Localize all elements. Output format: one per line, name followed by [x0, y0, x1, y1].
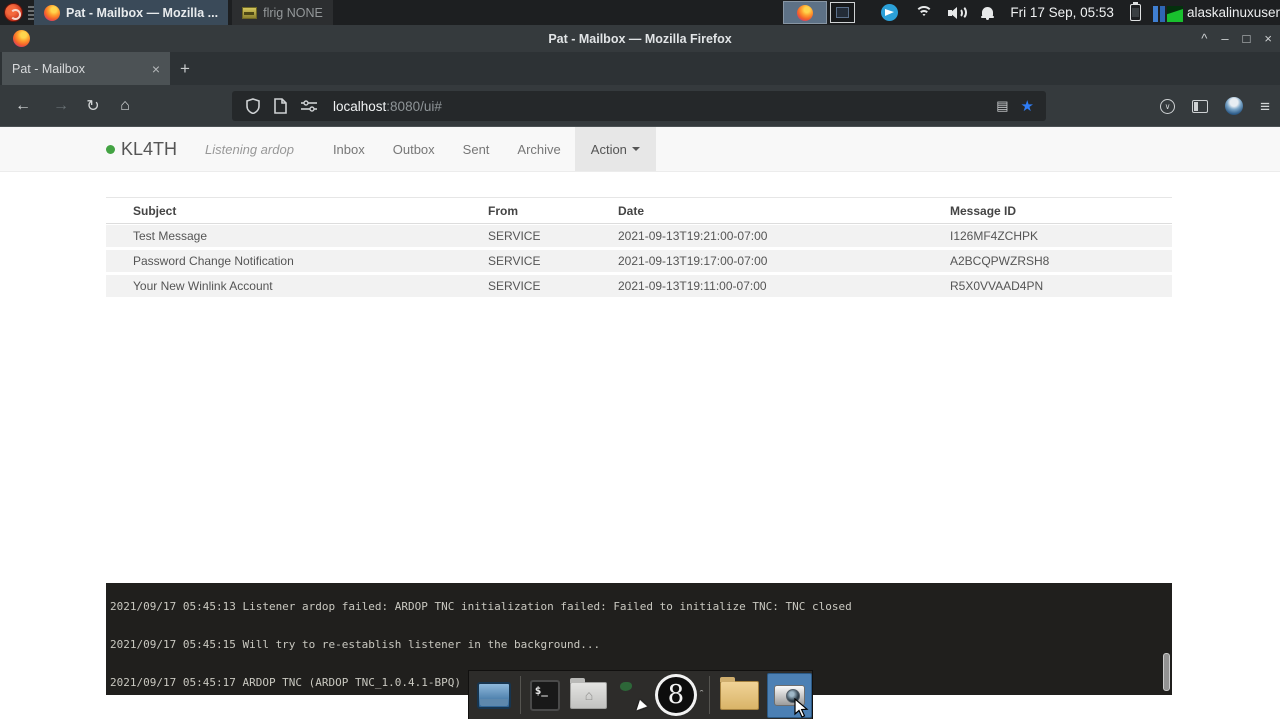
console-line: 2021/09/17 05:45:15 Will try to re-estab… — [110, 639, 1172, 652]
shield-icon[interactable] — [246, 98, 260, 114]
wifi-icon[interactable] — [915, 6, 933, 20]
taskbar-button-label: Pat - Mailbox — Mozilla ... — [66, 6, 218, 20]
brand[interactable]: KL4TH — [106, 127, 177, 171]
nav-links: Inbox Outbox Sent Archive Action — [319, 127, 656, 171]
dock-separator — [520, 676, 521, 714]
table-header-row: Subject From Date Message ID — [106, 197, 1172, 224]
app-menu-icon[interactable] — [4, 3, 23, 22]
dock-separator — [709, 676, 710, 714]
cell-from: SERVICE — [488, 229, 618, 243]
home-button[interactable]: ⌂ — [110, 91, 140, 121]
taskbar-button-flrig[interactable]: flrig NONE — [232, 0, 333, 25]
console-scrollbar[interactable] — [1163, 653, 1170, 691]
dock-expand-caret-icon[interactable]: ˆ — [700, 689, 704, 701]
cell-message-id: I126MF4ZCHPK — [950, 229, 1172, 243]
cell-from: SERVICE — [488, 279, 618, 293]
pocket-icon[interactable]: ∨ — [1160, 99, 1175, 114]
listening-status: Listening ardop — [205, 142, 294, 157]
sidebar-icon[interactable] — [1192, 100, 1208, 113]
firefox-icon — [44, 5, 60, 21]
system-tray: Fri 17 Sep, 05:53 alaskalinuxuser — [783, 0, 1280, 25]
window-minimize-button[interactable]: – — [1221, 32, 1228, 45]
extension-globe-icon[interactable] — [1225, 97, 1243, 115]
action-label: Action — [591, 142, 627, 157]
page-info-icon[interactable] — [274, 98, 287, 114]
terminal-icon[interactable]: $_ — [530, 680, 561, 711]
cell-subject: Password Change Notification — [106, 254, 488, 268]
tray-display-applet[interactable] — [830, 2, 855, 23]
permissions-sliders-icon[interactable] — [301, 100, 317, 112]
window-close-button[interactable]: × — [1264, 32, 1272, 45]
web-browser-globe-icon[interactable] — [613, 676, 651, 714]
url-text[interactable]: localhost:8080/ui# — [333, 99, 442, 114]
chevron-down-icon — [632, 147, 640, 151]
nav-item-sent[interactable]: Sent — [449, 127, 504, 171]
tray-firefox-applet[interactable] — [783, 1, 827, 24]
action-dropdown[interactable]: Action — [575, 127, 656, 171]
battery-icon[interactable] — [1130, 4, 1141, 21]
column-header-date: Date — [618, 204, 950, 218]
mouse-cursor — [794, 698, 809, 719]
telegram-icon[interactable] — [881, 4, 898, 21]
notification-bell-icon[interactable] — [981, 6, 994, 20]
table-row[interactable]: Test Message SERVICE 2021-09-13T19:21:00… — [106, 224, 1172, 249]
window-shade-button[interactable]: ^ — [1201, 32, 1207, 45]
cell-subject: Test Message — [106, 229, 488, 243]
callsign-label: KL4TH — [121, 139, 177, 160]
taskbar-button-firefox[interactable]: Pat - Mailbox — Mozilla ... — [34, 0, 228, 25]
bookmark-star-icon[interactable]: ★ — [1021, 97, 1034, 115]
forward-button[interactable]: → — [46, 91, 76, 121]
dock: $_ ⌂ 8 ˆ — [468, 670, 813, 719]
mailbox-table: Subject From Date Message ID Test Messag… — [106, 197, 1172, 299]
circle-eight-app-icon[interactable]: 8 — [655, 674, 697, 716]
status-dot-icon — [106, 145, 115, 154]
window-maximize-button[interactable]: □ — [1243, 32, 1251, 45]
tab-strip: Pat - Mailbox × + — [0, 52, 1280, 85]
url-bar[interactable]: localhost:8080/ui# ▤ ★ — [232, 91, 1046, 121]
flrig-icon — [242, 7, 257, 19]
cell-message-id: A2BCQPWZRSH8 — [950, 254, 1172, 268]
column-header-from: From — [488, 204, 618, 218]
console-line: 2021/09/17 05:45:13 Listener ardop faile… — [110, 601, 1172, 614]
nav-item-outbox[interactable]: Outbox — [379, 127, 449, 171]
show-desktop-icon[interactable] — [477, 682, 511, 709]
window-titlebar: Pat - Mailbox — Mozilla Firefox ^ – □ × — [0, 25, 1280, 52]
nav-item-inbox[interactable]: Inbox — [319, 127, 379, 171]
window-title: Pat - Mailbox — Mozilla Firefox — [0, 32, 1280, 46]
column-header-subject: Subject — [106, 204, 488, 218]
reader-mode-icon[interactable]: ▤ — [996, 98, 1008, 114]
desktop-panel: Pat - Mailbox — Mozilla ... flrig NONE F… — [0, 0, 1280, 25]
pat-navbar: KL4TH Listening ardop Inbox Outbox Sent … — [0, 127, 1280, 172]
reload-button[interactable]: ↻ — [78, 91, 108, 121]
cell-from: SERVICE — [488, 254, 618, 268]
cell-message-id: R5X0VVAAD4PN — [950, 279, 1172, 293]
volume-icon[interactable] — [948, 6, 966, 20]
file-manager-icon[interactable]: ⌂ — [570, 682, 607, 709]
table-row[interactable]: Your New Winlink Account SERVICE 2021-09… — [106, 274, 1172, 299]
cell-subject: Your New Winlink Account — [106, 279, 488, 293]
new-tab-button[interactable]: + — [170, 52, 200, 85]
cell-date: 2021-09-13T19:17:00-07:00 — [618, 254, 950, 268]
folder-icon[interactable] — [720, 681, 759, 710]
column-header-message-id: Message ID — [950, 204, 1172, 218]
screen: Pat - Mailbox — Mozilla ... flrig NONE F… — [0, 0, 1280, 719]
tab-title: Pat - Mailbox — [12, 62, 85, 76]
username-label[interactable]: alaskalinuxuser — [1187, 5, 1280, 20]
tab-pat-mailbox[interactable]: Pat - Mailbox × — [2, 52, 170, 85]
display-icon — [836, 7, 849, 18]
menu-hamburger-icon[interactable]: ≡ — [1260, 98, 1270, 115]
table-row[interactable]: Password Change Notification SERVICE 202… — [106, 249, 1172, 274]
tab-close-icon[interactable]: × — [152, 61, 160, 77]
pat-webui-page: KL4TH Listening ardop Inbox Outbox Sent … — [0, 127, 1280, 719]
screenshot-camera-icon[interactable] — [767, 673, 812, 718]
cell-date: 2021-09-13T19:11:00-07:00 — [618, 279, 950, 293]
system-monitor-icon[interactable] — [1153, 4, 1183, 22]
back-button[interactable]: ← — [8, 91, 38, 121]
taskbar-button-label: flrig NONE — [263, 6, 323, 20]
panel-clock[interactable]: Fri 17 Sep, 05:53 — [1010, 5, 1114, 20]
toolbar-right-icons: ∨ ≡ — [1160, 85, 1270, 127]
firefox-icon — [797, 5, 813, 21]
cell-date: 2021-09-13T19:21:00-07:00 — [618, 229, 950, 243]
nav-item-archive[interactable]: Archive — [503, 127, 574, 171]
